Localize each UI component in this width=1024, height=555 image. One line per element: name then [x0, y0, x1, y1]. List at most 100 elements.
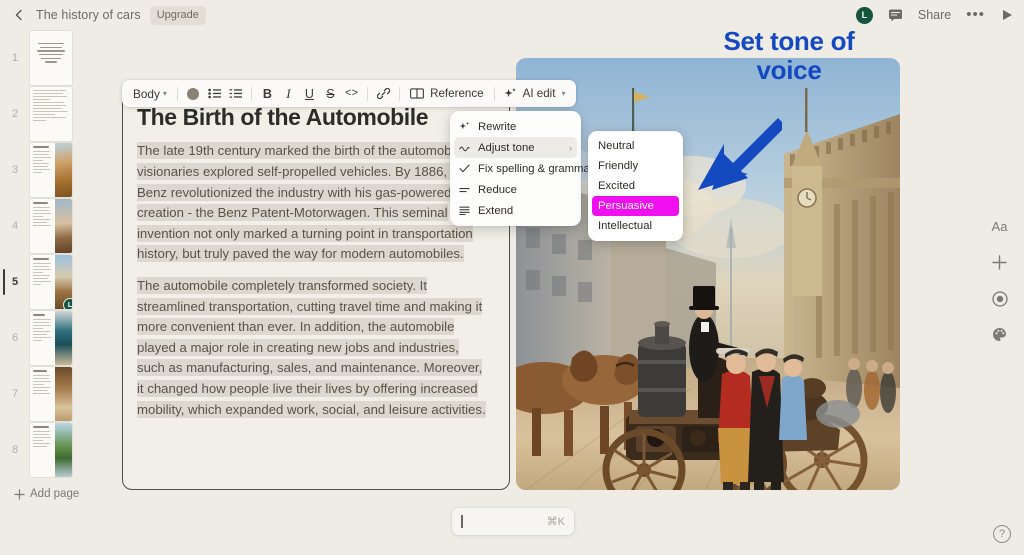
strikethrough-button[interactable]: S [321, 83, 340, 104]
sidebar-page-8[interactable]: 8 [0, 422, 88, 478]
ai-menu-item-adjust-tone[interactable]: Adjust tone › [454, 137, 577, 158]
thumbnail-content [30, 31, 72, 85]
sidebar-page-6[interactable]: 6 [0, 310, 88, 366]
text-style-dropdown[interactable]: Body ▾ [129, 83, 171, 104]
page-thumbnail[interactable]: L [29, 254, 73, 310]
numbered-list-icon [229, 89, 242, 98]
formatting-toolbar: Body ▾ B I U S <> Reference AI edit ▾ [122, 80, 576, 107]
sidebar-page-5[interactable]: 5 L [0, 254, 88, 310]
italic-button[interactable]: I [279, 83, 298, 104]
ai-edit-menu: Rewrite Adjust tone › Fix spelling & gra… [450, 111, 594, 226]
reference-button[interactable]: Reference [406, 83, 488, 104]
text-color-button[interactable] [184, 83, 203, 104]
ai-menu-label: Fix spelling & grammar [478, 162, 594, 175]
link-button[interactable] [374, 83, 393, 104]
avatar[interactable]: L [855, 6, 873, 24]
page-number: 7 [11, 388, 19, 400]
selected-text: The late 19th century marked the birth o… [137, 142, 486, 263]
link-icon [377, 87, 391, 100]
chevron-down-icon: ▾ [561, 89, 566, 98]
selected-text: The automobile completely transformed so… [137, 277, 486, 418]
page-number: 4 [11, 220, 19, 232]
more-options-button[interactable]: ••• [966, 7, 985, 22]
sidebar-page-3[interactable]: 3 [0, 142, 88, 198]
extend-lines-icon [459, 206, 470, 215]
collaborator-badge: L [63, 298, 72, 309]
document-paragraph-2[interactable]: The automobile completely transformed so… [137, 276, 489, 420]
tone-option-excited[interactable]: Excited [592, 176, 679, 196]
ai-menu-item-extend[interactable]: Extend [454, 200, 577, 221]
wave-icon [459, 144, 470, 152]
right-toolbar: Aa [975, 30, 1024, 555]
add-page-label: Add page [30, 488, 80, 500]
tone-option-neutral[interactable]: Neutral [592, 136, 679, 156]
page-thumbnail[interactable] [29, 30, 73, 86]
sidebar-page-4[interactable]: 4 [0, 198, 88, 254]
record-button[interactable] [986, 285, 1013, 312]
ai-edit-button[interactable]: AI edit ▾ [501, 83, 569, 104]
back-button[interactable] [6, 2, 32, 28]
page-thumbnail[interactable] [29, 198, 73, 254]
ai-menu-item-fix-spelling[interactable]: Fix spelling & grammar [454, 158, 594, 179]
thumbnail-image [55, 423, 72, 477]
sparkle-icon [504, 88, 516, 97]
palette-icon [993, 328, 1006, 341]
top-bar-actions: L Share ••• [855, 0, 1014, 30]
tone-option-intellectual[interactable]: Intellectual [592, 216, 679, 236]
tone-submenu: Neutral Friendly Excited Persuasive Inte… [588, 131, 683, 241]
text-cursor [461, 515, 463, 528]
sidebar-page-2[interactable]: 2 [0, 86, 88, 142]
page-thumbnail[interactable] [29, 142, 73, 198]
chevron-down-icon: ▾ [162, 89, 167, 98]
ai-menu-item-rewrite[interactable]: Rewrite [454, 116, 577, 137]
theme-button[interactable] [986, 321, 1013, 348]
play-icon[interactable] [1000, 8, 1014, 22]
plus-icon [14, 488, 25, 500]
share-button[interactable]: Share [918, 8, 951, 22]
chevron-left-icon [15, 9, 22, 21]
tone-option-persuasive[interactable]: Persuasive [592, 196, 679, 216]
page-thumbnail[interactable] [29, 86, 73, 142]
reference-label: Reference [430, 87, 484, 100]
page-thumbnail[interactable] [29, 422, 73, 478]
page-number: 5 [11, 276, 19, 288]
ai-menu-item-reduce[interactable]: Reduce [454, 179, 577, 200]
upgrade-button[interactable]: Upgrade [149, 5, 206, 25]
underline-button[interactable]: U [300, 83, 319, 104]
add-page-button[interactable]: Add page [0, 481, 88, 507]
text-style-label: Body [133, 86, 160, 101]
command-input[interactable]: ⌘K [452, 508, 574, 535]
bold-button[interactable]: B [258, 83, 277, 104]
bullet-list-button[interactable] [205, 83, 224, 104]
color-swatch-icon [187, 87, 200, 100]
text-tool-button[interactable]: Aa [986, 213, 1013, 240]
comment-icon[interactable] [888, 8, 903, 22]
thumbnail-image [55, 367, 72, 421]
page-thumbnail[interactable] [29, 310, 73, 366]
page-thumbnail[interactable] [29, 366, 73, 422]
thumbnail-image [55, 311, 72, 365]
document-paragraph-1[interactable]: The late 19th century marked the birth o… [137, 141, 489, 265]
document-heading[interactable]: The Birth of the Automobile [137, 104, 489, 130]
thumbnail-content [30, 423, 55, 477]
chevron-right-icon: › [569, 142, 572, 153]
reduce-lines-icon [459, 186, 470, 194]
sidebar-page-1[interactable]: 1 [0, 30, 88, 86]
bullet-list-icon [208, 88, 221, 99]
page-thumbnail-sidebar[interactable]: 1 2 3 4 5 L 6 7 8 Add page [0, 30, 88, 515]
ai-menu-label: Reduce [478, 183, 517, 196]
sidebar-page-7[interactable]: 7 [0, 366, 88, 422]
numbered-list-button[interactable] [226, 83, 245, 104]
page-title[interactable]: The history of cars [36, 8, 141, 22]
divider [176, 86, 178, 101]
ai-menu-label: Extend [478, 204, 514, 217]
add-element-button[interactable] [986, 249, 1013, 276]
page-number: 8 [11, 444, 19, 456]
thumbnail-content [30, 255, 55, 309]
book-icon [410, 88, 425, 99]
thumbnail-content [30, 143, 55, 197]
tone-option-friendly[interactable]: Friendly [592, 156, 679, 176]
code-button[interactable]: <> [342, 83, 361, 104]
divider [250, 86, 252, 101]
help-button[interactable]: ? [993, 525, 1011, 543]
